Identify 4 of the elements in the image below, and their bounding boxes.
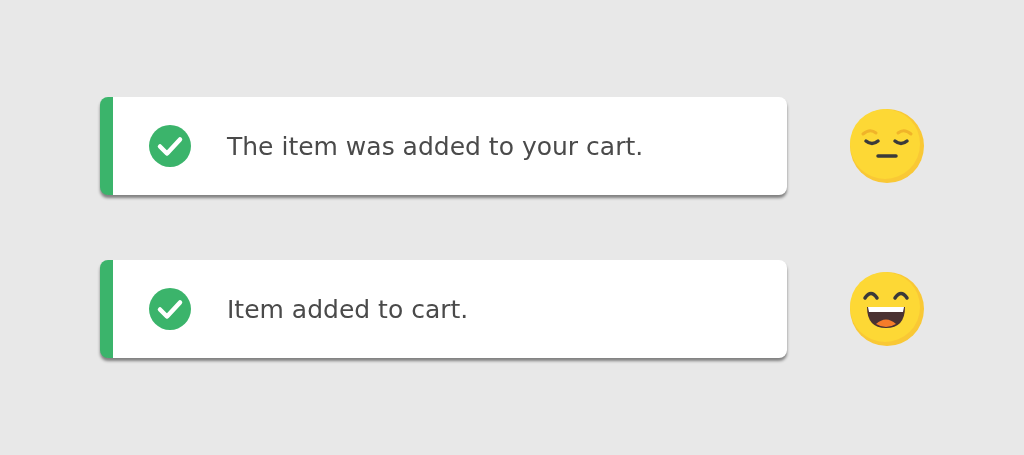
toast-message: Item added to cart. — [227, 294, 469, 324]
toast-message: The item was added to your cart. — [227, 131, 644, 161]
check-circle-icon — [149, 288, 191, 330]
check-circle-icon — [149, 125, 191, 167]
